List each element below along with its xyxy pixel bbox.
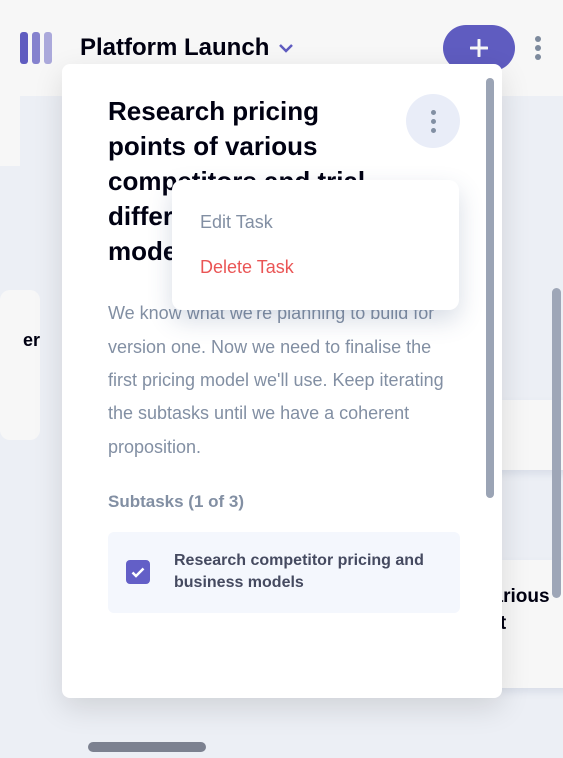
subtask-checkbox[interactable] — [126, 560, 150, 584]
task-menu-button[interactable] — [406, 94, 460, 148]
edit-task-option[interactable]: Edit Task — [172, 200, 459, 245]
subtasks-heading: Subtasks (1 of 3) — [108, 492, 460, 512]
vertical-scrollbar[interactable] — [552, 288, 561, 598]
task-detail-modal: Research pricing points of various compe… — [62, 64, 502, 698]
modal-scrollbar[interactable] — [486, 78, 494, 498]
delete-task-option[interactable]: Delete Task — [172, 245, 459, 290]
check-icon — [131, 567, 145, 578]
subtask-item[interactable]: Research competitor pricing and business… — [108, 532, 460, 613]
task-context-menu: Edit Task Delete Task — [172, 180, 459, 310]
subtask-text: Research competitor pricing and business… — [174, 550, 442, 595]
horizontal-scrollbar[interactable] — [88, 742, 206, 752]
task-description: We know what we're planning to build for… — [108, 297, 460, 463]
